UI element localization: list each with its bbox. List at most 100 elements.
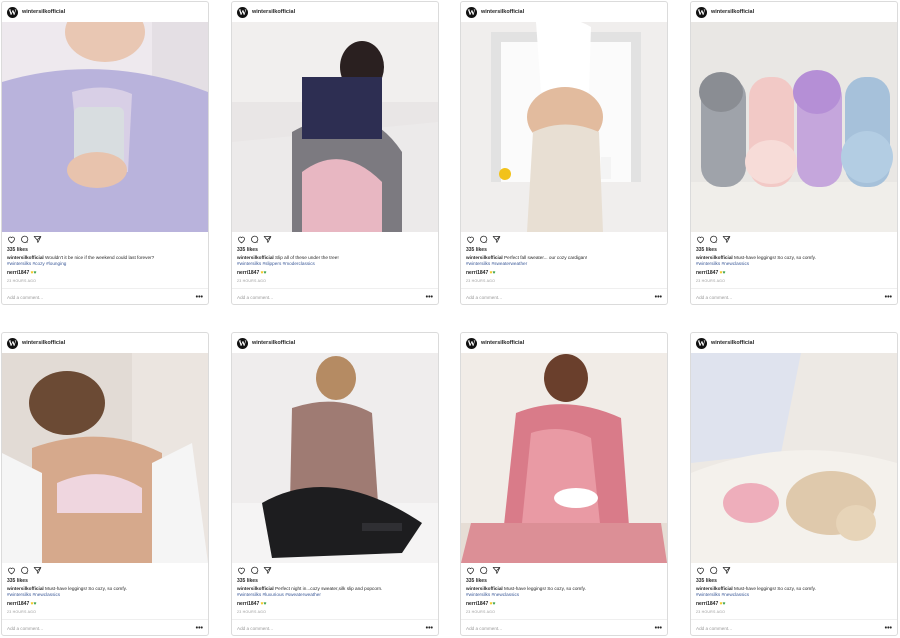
caption-hashtags[interactable]: #wintersilks #luxurious #sweaterweather bbox=[237, 592, 321, 597]
caption-username[interactable]: wintersilkofficial bbox=[7, 586, 44, 591]
add-comment-input[interactable]: Add a comment... bbox=[466, 626, 655, 631]
post-photo[interactable] bbox=[461, 353, 667, 563]
more-icon[interactable]: ••• bbox=[655, 625, 662, 632]
comment-icon[interactable] bbox=[250, 235, 259, 244]
share-icon[interactable] bbox=[492, 235, 501, 244]
post-photo[interactable] bbox=[2, 22, 208, 232]
brand-logo-icon[interactable]: W bbox=[237, 337, 248, 349]
caption-hashtags[interactable]: #wintersilks #newclassics bbox=[7, 592, 60, 597]
likes-count[interactable]: 335 likes bbox=[696, 247, 717, 253]
more-icon[interactable]: ••• bbox=[885, 294, 892, 301]
comment-icon[interactable] bbox=[250, 566, 259, 575]
share-icon[interactable] bbox=[722, 235, 731, 244]
caption-hashtags[interactable]: #wintersilks #sweaterweather bbox=[466, 261, 527, 266]
heart-icon[interactable] bbox=[696, 566, 705, 575]
add-comment-input[interactable]: Add a comment... bbox=[237, 295, 426, 300]
heart-icon[interactable] bbox=[696, 235, 705, 244]
add-comment-input[interactable]: Add a comment... bbox=[466, 295, 655, 300]
brand-logo-icon[interactable]: W bbox=[7, 337, 18, 349]
more-icon[interactable]: ••• bbox=[885, 625, 892, 632]
comment-icon[interactable] bbox=[20, 235, 29, 244]
post-photo[interactable] bbox=[691, 353, 897, 563]
share-icon[interactable] bbox=[722, 566, 731, 575]
commenter-username[interactable]: nerri1847 bbox=[7, 601, 29, 607]
comment-icon[interactable] bbox=[709, 235, 718, 244]
caption-username[interactable]: wintersilkofficial bbox=[237, 586, 274, 591]
comment-icon[interactable] bbox=[709, 566, 718, 575]
post-photo[interactable] bbox=[461, 22, 667, 232]
brand-logo-icon[interactable]: W bbox=[696, 6, 707, 18]
share-icon[interactable] bbox=[33, 566, 42, 575]
post-username[interactable]: wintersilkofficial bbox=[22, 9, 65, 15]
comment-icon[interactable] bbox=[479, 566, 488, 575]
brand-logo-icon[interactable]: W bbox=[466, 337, 477, 349]
heart-icon[interactable] bbox=[237, 566, 246, 575]
likes-count[interactable]: 335 likes bbox=[237, 247, 258, 253]
heart-icon[interactable] bbox=[7, 566, 16, 575]
more-icon[interactable]: ••• bbox=[426, 294, 433, 301]
likes-count[interactable]: 335 likes bbox=[7, 578, 28, 584]
commenter-username[interactable]: nerri1847 bbox=[466, 601, 488, 607]
brand-logo-icon[interactable]: W bbox=[466, 6, 477, 18]
post-username[interactable]: wintersilkofficial bbox=[22, 340, 65, 346]
comment-icon[interactable] bbox=[479, 235, 488, 244]
post-photo[interactable] bbox=[232, 353, 438, 563]
post-photo[interactable] bbox=[2, 353, 208, 563]
post-photo[interactable] bbox=[691, 22, 897, 232]
caption-hashtags[interactable]: #wintersilks #cozy #lounging bbox=[7, 261, 66, 266]
commenter-username[interactable]: nerri1847 bbox=[696, 601, 718, 607]
comment-icon[interactable] bbox=[20, 566, 29, 575]
add-comment-input[interactable]: Add a comment... bbox=[7, 626, 196, 631]
brand-logo-icon[interactable]: W bbox=[237, 6, 248, 18]
more-icon[interactable]: ••• bbox=[196, 625, 203, 632]
caption-hashtags[interactable]: #wintersilks #slippers #moderclassics bbox=[237, 261, 315, 266]
more-icon[interactable]: ••• bbox=[426, 625, 433, 632]
post-photo[interactable] bbox=[232, 22, 438, 232]
likes-count[interactable]: 335 likes bbox=[237, 578, 258, 584]
post-username[interactable]: wintersilkofficial bbox=[252, 340, 295, 346]
brand-logo-icon[interactable]: W bbox=[696, 337, 707, 349]
share-icon[interactable] bbox=[263, 235, 272, 244]
likes-count[interactable]: 335 likes bbox=[466, 247, 487, 253]
caption-hashtags[interactable]: #wintersilks #newclassics bbox=[466, 592, 519, 597]
caption-username[interactable]: wintersilkofficial bbox=[696, 586, 733, 591]
more-icon[interactable]: ••• bbox=[655, 294, 662, 301]
share-icon[interactable] bbox=[263, 566, 272, 575]
brand-logo-icon[interactable]: W bbox=[7, 6, 18, 18]
caption-username[interactable]: wintersilkofficial bbox=[7, 255, 44, 260]
commenter-username[interactable]: nerri1847 bbox=[696, 270, 718, 276]
share-icon[interactable] bbox=[33, 235, 42, 244]
commenter-username[interactable]: nerri1847 bbox=[237, 270, 259, 276]
likes-count[interactable]: 335 likes bbox=[466, 578, 487, 584]
caption-username[interactable]: wintersilkofficial bbox=[466, 586, 503, 591]
caption-username[interactable]: wintersilkofficial bbox=[696, 255, 733, 260]
likes-count[interactable]: 335 likes bbox=[696, 578, 717, 584]
caption-text: Slip all of these under the tree! bbox=[275, 255, 339, 260]
add-comment-input[interactable]: Add a comment... bbox=[237, 626, 426, 631]
post-username[interactable]: wintersilkofficial bbox=[481, 9, 524, 15]
caption-hashtags[interactable]: #wintersilks #newclassics bbox=[696, 592, 749, 597]
post-username[interactable]: wintersilkofficial bbox=[252, 9, 295, 15]
commenter-username[interactable]: nerri1847 bbox=[237, 601, 259, 607]
caption-hashtags[interactable]: #wintersilks #newclassics bbox=[696, 261, 749, 266]
commenter-username[interactable]: nerri1847 bbox=[466, 270, 488, 276]
share-icon[interactable] bbox=[492, 566, 501, 575]
heart-icon[interactable] bbox=[466, 235, 475, 244]
post-username[interactable]: wintersilkofficial bbox=[481, 340, 524, 346]
add-comment-input[interactable]: Add a comment... bbox=[7, 295, 196, 300]
heart-icon[interactable] bbox=[466, 566, 475, 575]
likes-count[interactable]: 335 likes bbox=[7, 247, 28, 253]
commenter-username[interactable]: nerri1847 bbox=[7, 270, 29, 276]
post-username[interactable]: wintersilkofficial bbox=[711, 9, 754, 15]
post-actions bbox=[466, 235, 501, 244]
post-caption: wintersilkofficial Must-have leggings! S… bbox=[466, 586, 662, 598]
add-comment-bar: Add a comment... ••• bbox=[691, 288, 897, 304]
more-icon[interactable]: ••• bbox=[196, 294, 203, 301]
add-comment-input[interactable]: Add a comment... bbox=[696, 626, 885, 631]
heart-icon[interactable] bbox=[237, 235, 246, 244]
caption-username[interactable]: wintersilkofficial bbox=[466, 255, 503, 260]
add-comment-input[interactable]: Add a comment... bbox=[696, 295, 885, 300]
caption-username[interactable]: wintersilkofficial bbox=[237, 255, 274, 260]
heart-icon[interactable] bbox=[7, 235, 16, 244]
post-username[interactable]: wintersilkofficial bbox=[711, 340, 754, 346]
